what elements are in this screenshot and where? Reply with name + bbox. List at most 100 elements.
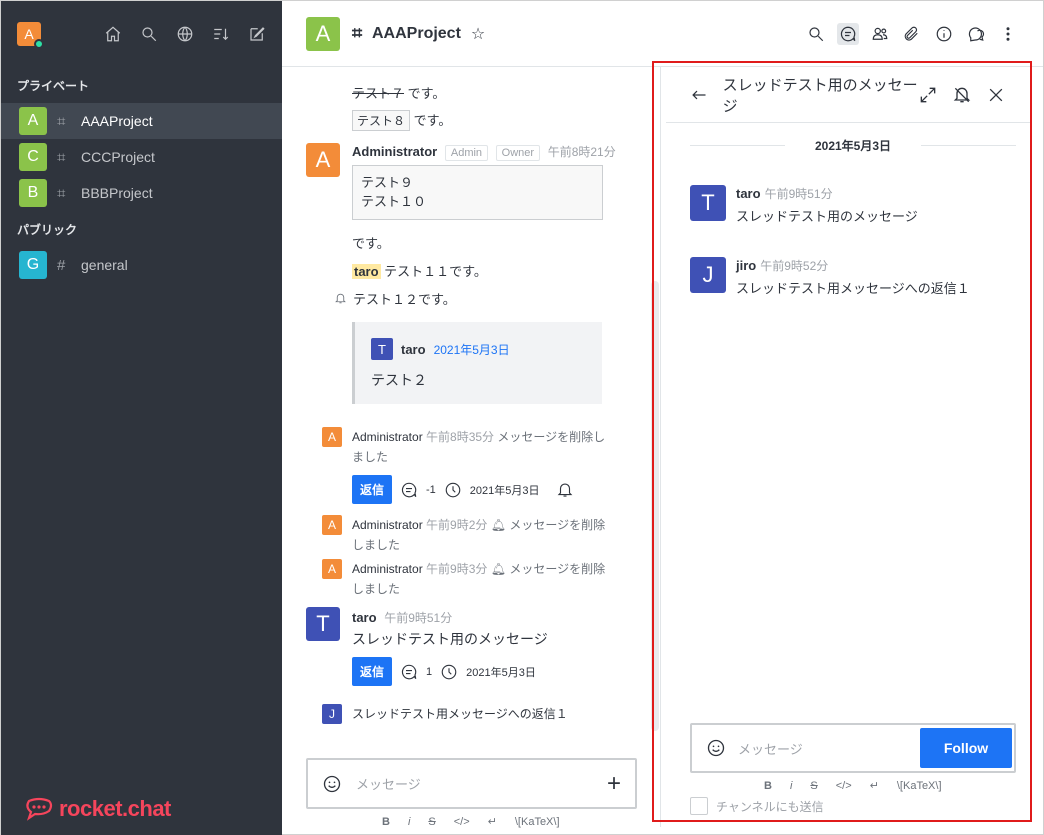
multiline-button[interactable]: ↵: [870, 779, 879, 792]
emoji-icon[interactable]: [706, 738, 726, 758]
bell-message-text: テスト１２です。: [353, 292, 456, 307]
also-send-to-channel[interactable]: チャンネルにも送信: [690, 797, 824, 815]
room-avatar: A: [19, 107, 47, 135]
username[interactable]: Administrator: [352, 144, 437, 159]
message-text: スレッドテスト用メッセージへの返信１: [736, 281, 970, 296]
favorite-star-icon[interactable]: ☆: [471, 24, 485, 44]
user-avatar[interactable]: T: [306, 607, 340, 641]
user-avatar[interactable]: A: [322, 427, 342, 447]
emoji-icon[interactable]: [322, 774, 342, 794]
reply-button[interactable]: 返信: [352, 657, 393, 686]
message-header: Administrator Admin Owner 午前8時21分: [352, 143, 616, 161]
strike-button[interactable]: S: [428, 816, 435, 828]
user-avatar[interactable]: A: [322, 515, 342, 535]
edit-icon[interactable]: [248, 25, 266, 43]
sidebar-item-cccproject[interactable]: C ⌗ CCCProject: [1, 139, 282, 175]
thread-reply-preview[interactable]: スレッドテスト用メッセージへの返信１: [352, 704, 612, 724]
sidebar-toolbar: [104, 25, 266, 43]
reply-button[interactable]: 返信: [352, 475, 393, 504]
thread-message: J jiro 午前9時52分 スレッドテスト用メッセージへの返信１: [690, 257, 970, 297]
user-avatar[interactable]: J: [690, 257, 726, 293]
back-arrow-icon[interactable]: [690, 85, 709, 105]
public-channel-icon: #: [57, 256, 66, 274]
bell-off-icon[interactable]: [952, 85, 972, 105]
username[interactable]: taro: [352, 610, 377, 625]
strike-button[interactable]: S: [810, 780, 817, 792]
timestamp: 午前9時51分: [764, 187, 833, 201]
sidebar-item-aaaproject[interactable]: A ⌗ AAAProject: [1, 103, 282, 139]
code-button[interactable]: </>: [836, 780, 852, 792]
sort-icon[interactable]: [212, 25, 230, 43]
username[interactable]: Administrator: [352, 562, 423, 576]
user-avatar[interactable]: A: [322, 559, 342, 579]
scrollbar[interactable]: [651, 281, 659, 731]
members-icon[interactable]: [869, 23, 891, 45]
thread-title: スレッドテスト用のメッセージ: [722, 76, 918, 115]
quote-text: テスト２: [371, 372, 427, 388]
globe-icon[interactable]: [176, 25, 194, 43]
kebab-menu-icon[interactable]: [997, 23, 1019, 45]
bold-button[interactable]: B: [764, 780, 772, 792]
code-button[interactable]: </>: [454, 816, 470, 828]
expand-icon[interactable]: [918, 85, 938, 105]
thread-icon: [401, 664, 417, 679]
sidebar-item-bbbproject[interactable]: B ⌗ BBBProject: [1, 175, 282, 211]
user-avatar[interactable]: A: [306, 143, 340, 177]
sidebar-item-general[interactable]: G # general: [1, 247, 282, 283]
katex-button[interactable]: \[KaTeX\]: [897, 780, 942, 792]
brand-text: rocket.chat: [59, 796, 171, 821]
message-input[interactable]: メッセージ: [356, 774, 421, 793]
code-line: テスト９: [361, 176, 414, 191]
bell-icon[interactable]: [556, 481, 574, 499]
also-send-label: チャンネルにも送信: [716, 799, 824, 814]
also-send-checkbox[interactable]: [690, 797, 708, 815]
username[interactable]: taro: [736, 186, 761, 201]
rocketchat-logo-icon: [26, 797, 53, 821]
discussion-icon[interactable]: [965, 23, 987, 45]
private-channel-icon: ⌗: [57, 148, 66, 166]
user-avatar-initial: A: [24, 26, 34, 42]
thread-message: T taro 午前9時51分 スレッドテスト用のメッセージ: [690, 185, 918, 225]
follow-button[interactable]: Follow: [920, 728, 1012, 768]
room-avatar: G: [19, 251, 47, 279]
message-composer[interactable]: メッセージ +: [306, 758, 637, 809]
info-icon[interactable]: [933, 23, 955, 45]
user-avatar[interactable]: T: [690, 185, 726, 221]
clock-icon: [441, 664, 457, 679]
attachment-icon[interactable]: [901, 23, 923, 45]
italic-button[interactable]: i: [408, 816, 410, 828]
bell-icon: 🔔︎: [490, 562, 506, 576]
threads-icon[interactable]: [837, 22, 859, 45]
thread-meta: 返信 1 2021年5月3日: [352, 657, 536, 686]
username[interactable]: jiro: [736, 258, 756, 273]
username[interactable]: Administrator: [352, 430, 423, 444]
online-status-dot: [34, 39, 44, 49]
code-block: テスト９ テスト１０: [352, 165, 603, 220]
home-icon[interactable]: [104, 25, 122, 43]
timestamp: 午前8時21分: [547, 145, 616, 159]
quote-attachment[interactable]: T taro 2021年5月3日 テスト２: [352, 322, 602, 404]
quote-date-link[interactable]: 2021年5月3日: [434, 341, 510, 358]
italic-button[interactable]: i: [790, 780, 792, 792]
section-public-label: パブリック: [17, 222, 78, 237]
room-header: A ⌗ AAAProject ☆: [282, 1, 1043, 67]
user-avatar[interactable]: J: [322, 704, 342, 724]
user-mention[interactable]: taro: [352, 264, 381, 279]
user-avatar[interactable]: A: [17, 22, 44, 49]
username[interactable]: Administrator: [352, 518, 423, 532]
multiline-button[interactable]: ↵: [488, 815, 497, 828]
search-icon[interactable]: [805, 23, 827, 45]
thread-count: 1: [426, 665, 433, 678]
quote-avatar: T: [371, 338, 393, 360]
close-icon[interactable]: [986, 85, 1006, 105]
katex-button[interactable]: \[KaTeX\]: [515, 816, 560, 828]
sidebar-header: A: [1, 1, 282, 67]
role-badge: Admin: [444, 145, 489, 161]
thread-message-input[interactable]: メッセージ: [738, 739, 803, 758]
message-text: スレッドテスト用のメッセージ: [352, 631, 548, 647]
thread-count: -1: [426, 483, 436, 496]
plus-icon[interactable]: +: [607, 770, 621, 798]
thread-composer[interactable]: メッセージ Follow: [690, 723, 1016, 773]
bold-button[interactable]: B: [382, 816, 390, 828]
search-icon[interactable]: [140, 25, 158, 43]
